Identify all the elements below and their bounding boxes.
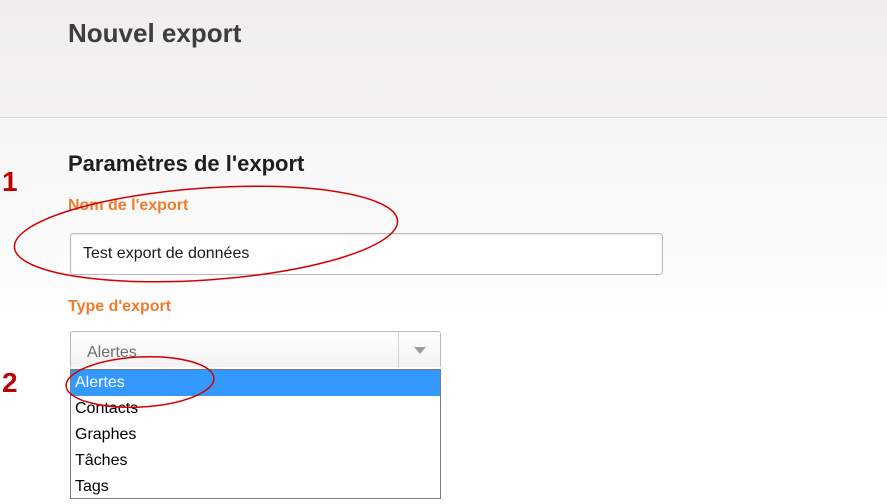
dropdown-option-tags[interactable]: Tags	[71, 474, 440, 500]
export-type-selected-value: Alertes	[87, 344, 137, 361]
annotation-marker-2: 2	[2, 367, 18, 398]
section-title: Paramètres de l'export	[68, 151, 305, 176]
dropdown-option-graphes[interactable]: Graphes	[71, 422, 440, 448]
dropdown-option-taches[interactable]: Tâches	[71, 448, 440, 474]
export-type-label: Type d'export	[68, 298, 172, 315]
dropdown-option-alertes[interactable]: Alertes	[71, 370, 440, 396]
export-type-select[interactable]: Alertes	[70, 331, 441, 368]
chevron-down-icon[interactable]	[414, 347, 426, 354]
page-header: Nouvel export	[0, 0, 887, 118]
select-divider	[398, 332, 399, 368]
export-type-dropdown: Alertes Contacts Graphes Tâches Tags	[70, 369, 441, 499]
dropdown-option-contacts[interactable]: Contacts	[71, 396, 440, 422]
export-name-input[interactable]	[70, 233, 663, 275]
export-name-label: Nom de l'export	[68, 197, 189, 214]
page-title: Nouvel export	[68, 18, 242, 48]
annotation-marker-1: 1	[2, 166, 18, 197]
